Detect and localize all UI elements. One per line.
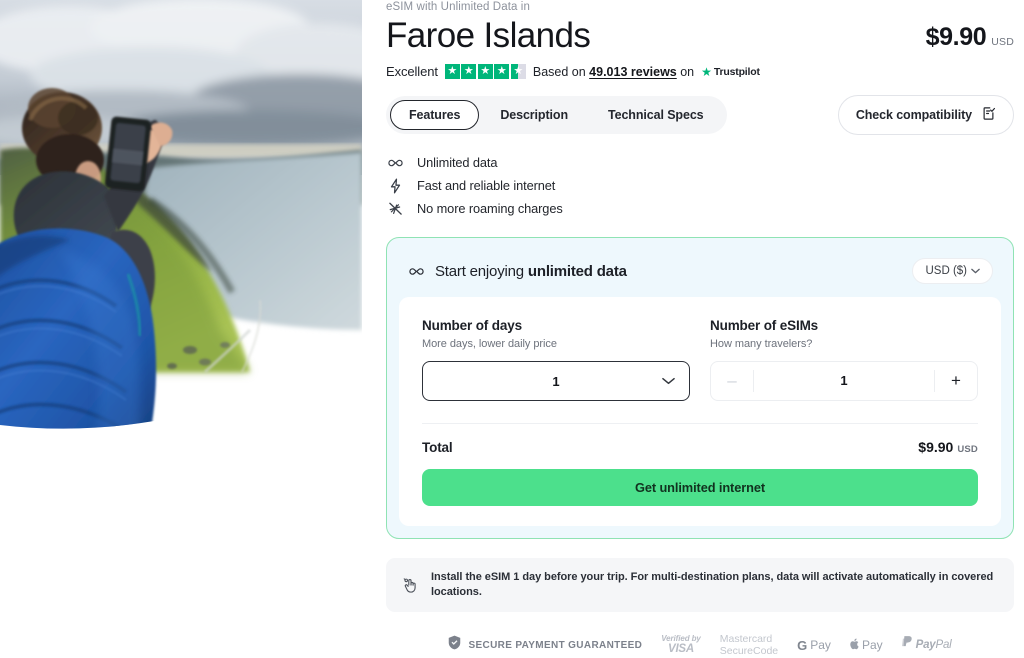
google-pay-label: Pay [810, 638, 831, 653]
feature-label: No more roaming charges [417, 201, 563, 216]
lightning-bolt-icon [386, 178, 404, 194]
purchase-title-strong: unlimited data [527, 262, 627, 280]
mastercard-line-1: Mastercard [719, 633, 773, 645]
total-price: $9.90 [918, 439, 954, 455]
trustpilot-star-icon: ★ [701, 64, 712, 79]
tab-list: Features Description Technical Specs [386, 96, 727, 134]
secure-payment-label: SECURE PAYMENT GUARANTEED [468, 639, 643, 651]
tab-description[interactable]: Description [481, 100, 587, 130]
esims-increment-button[interactable]: + [935, 362, 977, 400]
header-price: $9.90 USD [926, 23, 1014, 57]
total-label: Total [422, 440, 453, 455]
google-pay-g: G [797, 637, 808, 653]
page-title: Faroe Islands [386, 16, 591, 55]
rating-word: Excellent [386, 64, 438, 79]
total-currency: USD [957, 444, 978, 455]
feature-item: Unlimited data [386, 151, 1014, 174]
tabs-row: Features Description Technical Specs Che… [386, 95, 1014, 135]
tab-technical-specs[interactable]: Technical Specs [589, 100, 723, 130]
total-amount: $9.90 USD [918, 439, 978, 455]
esims-decrement-button[interactable]: – [711, 362, 753, 400]
apple-logo-icon [850, 638, 860, 653]
trustpilot-logo: ★ Trustpilot [701, 66, 760, 78]
days-select[interactable]: 1 [422, 361, 690, 401]
on-label: on [680, 64, 695, 79]
verified-by-visa-badge: Verified by VISA [661, 635, 701, 656]
based-on-label: Based on [532, 64, 586, 79]
feature-list: Unlimited data Fast and reliable interne… [386, 151, 1014, 220]
get-unlimited-internet-button[interactable]: Get unlimited internet [422, 469, 978, 506]
google-pay-badge: G Pay [797, 638, 831, 653]
chevron-down-icon [662, 377, 675, 385]
paypal-wordmark: PayPal [916, 639, 952, 651]
esims-sublabel: How many travelers? [710, 338, 813, 350]
no-roaming-icon [386, 201, 404, 216]
paypal-icon [901, 636, 913, 654]
infinity-icon [386, 157, 404, 169]
mastercard-securecode-badge: Mastercard SecureCode [720, 633, 778, 658]
trustpilot-name: Trustpilot [713, 65, 760, 78]
header-price-currency: USD [991, 36, 1014, 48]
esims-field: Number of eSIMs How many travelers? – 1 … [710, 318, 978, 401]
rating-based-on: Based on 49.013 reviews on [533, 65, 694, 79]
visa-wordmark: VISA [667, 643, 695, 656]
header-price-value: $9.90 [925, 23, 987, 51]
apple-pay-label: Pay [861, 638, 883, 653]
star-partial-5: ★ [510, 64, 526, 79]
days-label: Number of days [422, 318, 522, 333]
purchase-fields: Number of days More days, lower daily pr… [422, 318, 978, 401]
days-field: Number of days More days, lower daily pr… [422, 318, 690, 401]
hero-image [0, 0, 362, 436]
days-sublabel: More days, lower daily price [422, 338, 557, 350]
chevron-down-icon [971, 265, 980, 277]
feature-item: Fast and reliable internet [386, 174, 1014, 197]
reviews-link[interactable]: 49.013 reviews [589, 65, 677, 79]
star-filled-4: ★ [494, 64, 510, 79]
currency-selector[interactable]: USD ($) [912, 258, 993, 284]
feature-item: No more roaming charges [386, 197, 1014, 220]
purchase-card-body: Number of days More days, lower daily pr… [399, 297, 1001, 526]
purchase-card: Start enjoying unlimited data USD ($) Nu… [386, 237, 1014, 539]
feature-label: Fast and reliable internet [417, 178, 556, 193]
feature-label: Unlimited data [417, 155, 498, 170]
days-select-value: 1 [552, 373, 560, 389]
apple-pay-badge: Pay [850, 638, 883, 653]
product-eyebrow: eSIM with Unlimited Data in [386, 1, 530, 13]
trustpilot-rating: Excellent ★ ★ ★ ★ ★ Based on 49.013 revi… [386, 64, 1014, 79]
visa-verified-label: Verified by [661, 634, 701, 644]
check-compatibility-label: Check compatibility [855, 108, 972, 122]
star-filled-3: ★ [477, 64, 493, 79]
hand-tap-icon [402, 577, 419, 594]
star-filled-1: ★ [444, 64, 460, 79]
paypal-pal: Pal [935, 639, 952, 652]
install-notice-text: Install the eSIM 1 day before your trip.… [431, 571, 994, 598]
esims-label: Number of eSIMs [710, 318, 819, 333]
install-notice: Install the eSIM 1 day before your trip.… [386, 558, 1014, 612]
document-check-icon [981, 106, 996, 124]
purchase-title-prefix: Start enjoying [435, 262, 528, 280]
esims-stepper: – 1 + [710, 361, 978, 401]
tab-features[interactable]: Features [390, 100, 480, 130]
rating-stars: ★ ★ ★ ★ ★ [444, 64, 526, 79]
mastercard-line-2: SecureCode [719, 645, 779, 658]
total-row: Total $9.90 USD [422, 424, 978, 455]
check-compatibility-button[interactable]: Check compatibility [837, 95, 1014, 135]
secure-payment-badge: SECURE PAYMENT GUARANTEED [448, 635, 642, 655]
payment-badges: SECURE PAYMENT GUARANTEED Verified by VI… [386, 633, 1014, 658]
esims-value: 1 [753, 370, 935, 392]
purchase-card-title: Start enjoying unlimited data [435, 263, 627, 280]
purchase-card-title-group: Start enjoying unlimited data [408, 263, 627, 280]
shield-check-icon [448, 635, 461, 655]
hero-illustration [0, 0, 362, 429]
title-row: Faroe Islands $9.90 USD [386, 15, 1014, 57]
paypal-badge: PayPal [901, 636, 952, 654]
currency-selector-label: USD ($) [925, 265, 967, 277]
purchase-card-header: Start enjoying unlimited data USD ($) [399, 250, 1001, 297]
paypal-pay: Pay [915, 639, 936, 652]
product-content: eSIM with Unlimited Data in Faroe Island… [386, 0, 1014, 658]
infinity-icon [408, 266, 425, 277]
star-filled-2: ★ [461, 64, 477, 79]
